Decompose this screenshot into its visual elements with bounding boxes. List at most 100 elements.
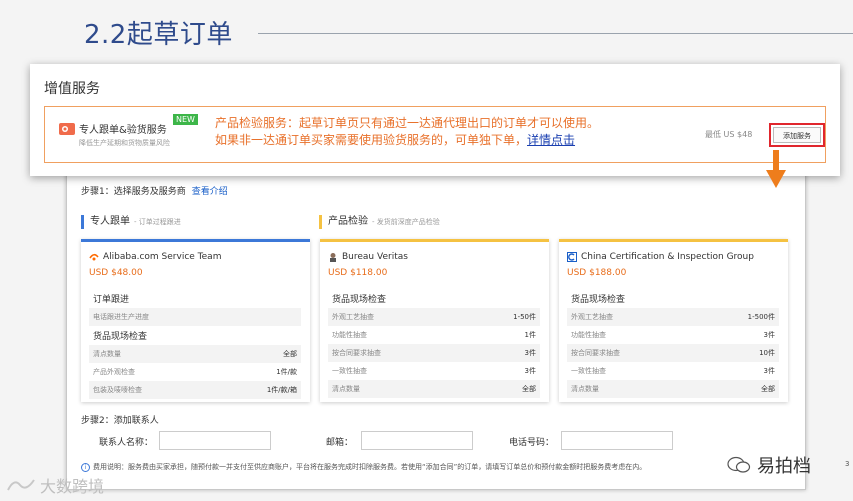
new-badge: NEW bbox=[173, 114, 198, 125]
service-row: 包装及唛嘜检查 1件/款/箱 bbox=[89, 381, 301, 399]
vendor-name-text: China Certification & Inspection Group bbox=[581, 252, 754, 262]
row-label: 产品外观检查 bbox=[93, 368, 135, 376]
row-label: 功能性抽查 bbox=[571, 331, 606, 339]
row-value: 3件 bbox=[763, 367, 775, 375]
service-row: 外观工艺抽查 1-50件 bbox=[328, 308, 540, 326]
step2-heading: 步骤2：添加联系人 bbox=[81, 416, 159, 426]
service-row: 按合同要求抽查 10件 bbox=[567, 344, 779, 362]
watermark-right: 易拍档 bbox=[727, 452, 811, 478]
section-title: 专人跟单 bbox=[90, 216, 130, 227]
service-name: 专人跟单&验货服务 bbox=[79, 125, 167, 136]
row-value: 1-500件 bbox=[747, 313, 775, 321]
section-title: 产品检验 bbox=[328, 216, 368, 227]
phone-input[interactable] bbox=[561, 431, 673, 450]
add-service-button[interactable]: 添加服务 bbox=[773, 127, 821, 143]
section-product-inspection: 产品检验 - 发货前深度产品检验 bbox=[319, 215, 440, 229]
service-row: 功能性抽查 1件 bbox=[328, 326, 540, 344]
fee-note: i 费用说明：服务费由买家承担，随预付款一并支付至供应商账户，平台将在服务完成时… bbox=[81, 462, 646, 472]
row-label: 一致性抽查 bbox=[571, 367, 606, 375]
page-number: 3 bbox=[845, 460, 850, 468]
vendor-name: China Certification & Inspection Group bbox=[567, 252, 754, 262]
row-value: 3件 bbox=[524, 367, 536, 375]
row-value: 1件 bbox=[524, 331, 536, 339]
service-list: 货品现场检查 外观工艺抽查 1-500件 功能性抽查 3件 按合同要求抽查 10件 一… bbox=[567, 289, 779, 398]
wechat-icon bbox=[727, 456, 751, 473]
row-label: 外观工艺抽查 bbox=[571, 313, 613, 321]
service-row: 清点数量 全部 bbox=[328, 380, 540, 398]
section-order-tracking: 专人跟单 - 订单过程跟进 bbox=[81, 215, 181, 229]
row-label: 一致性抽查 bbox=[332, 367, 367, 375]
contact-name-input[interactable] bbox=[159, 431, 271, 450]
vendor-price: USD $48.00 bbox=[89, 268, 143, 278]
details-link[interactable]: 详情点击 bbox=[527, 133, 575, 147]
row-label: 清点数量 bbox=[332, 385, 360, 393]
vendor-card-alibaba[interactable]: Alibaba.com Service Team USD $48.00 订单跟进… bbox=[81, 239, 310, 402]
alibaba-logo-icon bbox=[89, 253, 99, 261]
watermark-left-text: 大数跨境 bbox=[40, 477, 105, 496]
row-label: 清点数量 bbox=[93, 350, 121, 358]
service-row: 一致性抽查 3件 bbox=[328, 362, 540, 380]
slide-title: 2.2起草订单 bbox=[84, 20, 233, 50]
service-list: 货品现场检查 外观工艺抽查 1-50件 功能性抽查 1件 按合同要求抽查 3件 一致性… bbox=[328, 289, 540, 398]
section-subtitle: - 发货前深度产品检验 bbox=[372, 218, 440, 226]
group-title: 订单跟进 bbox=[93, 295, 130, 305]
vendor-name-text: Alibaba.com Service Team bbox=[103, 252, 222, 262]
step1-heading: 步骤1：选择服务及服务商 查看介绍 bbox=[81, 184, 228, 197]
row-value: 1-50件 bbox=[513, 313, 536, 321]
service-option: 专人跟单&验货服务 NEW 降低生产延期和货物质量风险 产品检验服务：起草订单页… bbox=[44, 106, 826, 163]
min-price: 最低 US $48 bbox=[705, 130, 753, 139]
service-row: 按合同要求抽查 3件 bbox=[328, 344, 540, 362]
row-value: 3件 bbox=[763, 331, 775, 339]
group-title: 货品现场检查 bbox=[571, 295, 626, 305]
title-rule bbox=[258, 33, 853, 34]
service-row: 功能性抽查 3件 bbox=[567, 326, 779, 344]
row-label: 按合同要求抽查 bbox=[332, 349, 381, 357]
row-value: 1件/款/箱 bbox=[266, 386, 297, 394]
vendor-card-ccic[interactable]: China Certification & Inspection Group U… bbox=[559, 239, 788, 402]
notice-line-1: 产品检验服务：起草订单页只有通过一达通代理出口的订单才可以使用。 bbox=[215, 116, 600, 130]
row-label: 包装及唛嘜检查 bbox=[93, 386, 142, 394]
service-row: 清点数量 全部 bbox=[567, 380, 779, 398]
view-intro-link[interactable]: 查看介绍 bbox=[192, 187, 228, 197]
service-row: 电话跟进生产进度 bbox=[89, 308, 301, 326]
vendor-price: USD $188.00 bbox=[567, 268, 627, 278]
section-subtitle: - 订单过程跟进 bbox=[134, 218, 181, 226]
email-label: 邮箱： bbox=[326, 438, 354, 448]
service-list: 订单跟进 电话跟进生产进度 货品现场检查 清点数量 全部 产品外观检查 1件/款 包… bbox=[89, 289, 301, 399]
service-row: 产品外观检查 1件/款 bbox=[89, 363, 301, 381]
vendor-name: Bureau Veritas bbox=[328, 252, 408, 262]
row-value: 全部 bbox=[283, 350, 297, 358]
service-row: 清点数量 全部 bbox=[89, 345, 301, 363]
inspection-service-icon bbox=[59, 123, 75, 135]
ccic-logo-icon bbox=[567, 252, 577, 262]
add-service-highlight: 添加服务 bbox=[769, 123, 825, 147]
row-label: 清点数量 bbox=[571, 385, 599, 393]
notice-line-2-text: 如果非一达通订单买家需要使用验货服务的，可单独下单， bbox=[215, 133, 528, 147]
row-value: 全部 bbox=[761, 385, 775, 393]
order-page: 步骤1：选择服务及服务商 查看介绍 专人跟单 - 订单过程跟进 产品检验 - 发货前深… bbox=[66, 168, 806, 490]
panel-title: 增值服务 bbox=[44, 81, 100, 97]
row-value: 3件 bbox=[524, 349, 536, 357]
bureau-veritas-logo-icon bbox=[330, 253, 336, 262]
row-label: 按合同要求抽查 bbox=[571, 349, 620, 357]
contact-name-label: 联系人名称： bbox=[99, 438, 154, 448]
email-input[interactable] bbox=[361, 431, 473, 450]
vendor-name-text: Bureau Veritas bbox=[342, 252, 408, 262]
step1-label: 步骤1：选择服务及服务商 bbox=[81, 187, 186, 197]
watermark-left: 大数跨境 bbox=[6, 473, 104, 497]
phone-label: 电话号码： bbox=[509, 438, 555, 448]
watermark-logo-icon bbox=[7, 479, 35, 491]
vendor-price: USD $118.00 bbox=[328, 268, 388, 278]
fee-note-text: 费用说明：服务费由买家承担，随预付款一并支付至供应商账户，平台将在服务完成时扣除… bbox=[93, 463, 647, 471]
row-label: 外观工艺抽查 bbox=[332, 313, 374, 321]
service-row: 一致性抽查 3件 bbox=[567, 362, 779, 380]
group-title: 货品现场检查 bbox=[93, 332, 148, 342]
vendor-name: Alibaba.com Service Team bbox=[89, 252, 221, 262]
group-title: 货品现场检查 bbox=[332, 295, 387, 305]
inspection-notice: 产品检验服务：起草订单页只有通过一达通代理出口的订单才可以使用。 如果非一达通订… bbox=[215, 115, 599, 149]
value-added-service-panel: 增值服务 专人跟单&验货服务 NEW 降低生产延期和货物质量风险 产品检验服务：… bbox=[30, 64, 840, 176]
row-value: 全部 bbox=[522, 385, 536, 393]
vendor-card-bureau-veritas[interactable]: Bureau Veritas USD $118.00 货品现场检查 外观工艺抽查… bbox=[320, 239, 549, 402]
notice-line-2: 如果非一达通订单买家需要使用验货服务的，可单独下单，详情点击 bbox=[215, 132, 599, 149]
row-label: 功能性抽查 bbox=[332, 331, 367, 339]
